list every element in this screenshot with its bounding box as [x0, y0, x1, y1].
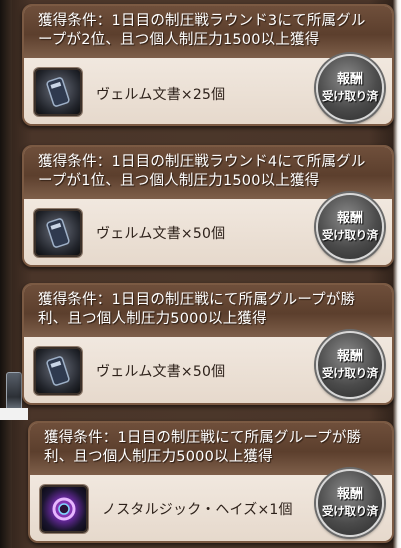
claim-label-bottom: 受け取り済	[322, 366, 378, 380]
vellum-document-icon	[34, 68, 82, 116]
reward-item-name: ヴェルム文書×50個	[96, 364, 226, 380]
nostalgic-haze-orb-icon	[40, 485, 88, 533]
reward-card-header: 獲得条件：1日目の制圧戦にて所属グループが勝利、且つ個人制圧力5000以上獲得	[24, 285, 392, 338]
page-gap	[0, 408, 28, 420]
claim-label-bottom: 受け取り済	[322, 504, 378, 518]
claim-label-top: 報酬	[336, 349, 363, 364]
claim-label-bottom: 受け取り済	[322, 89, 378, 103]
right-edge	[393, 0, 401, 548]
reward-card-header: 獲得条件：1日目の制圧戦ラウンド4にて所属グループが1位、且つ個人制圧力1500…	[24, 147, 392, 200]
reward-card: 獲得条件：1日目の制圧戦にて所属グループが勝利、且つ個人制圧力5000以上獲得 …	[28, 421, 394, 543]
reward-card: 獲得条件：1日目の制圧戦ラウンド3にて所属グループが2位、且つ個人制圧力1500…	[22, 4, 394, 126]
vellum-document-icon	[34, 347, 82, 395]
vellum-document-icon	[34, 209, 82, 257]
reward-condition-text: 獲得条件：1日目の制圧戦にて所属グループが勝利、且つ個人制圧力5000以上獲得	[44, 430, 362, 465]
reward-condition-text: 獲得条件：1日目の制圧戦にて所属グループが勝利、且つ個人制圧力5000以上獲得	[38, 292, 356, 327]
reward-card: 獲得条件：1日目の制圧戦にて所属グループが勝利、且つ個人制圧力5000以上獲得 …	[22, 283, 394, 405]
reward-item-name: ヴェルム文書×25個	[96, 87, 226, 103]
claim-label-top: 報酬	[336, 72, 363, 87]
reward-item-name: ノスタルジック・ヘイズ×1個	[102, 502, 293, 518]
claim-label-bottom: 受け取り済	[322, 228, 378, 242]
reward-card-header: 獲得条件：1日目の制圧戦ラウンド3にて所属グループが2位、且つ個人制圧力1500…	[24, 6, 392, 59]
claim-label-top: 報酬	[336, 211, 363, 226]
reward-card-header: 獲得条件：1日目の制圧戦にて所属グループが勝利、且つ個人制圧力5000以上獲得	[30, 423, 392, 476]
reward-item-name: ヴェルム文書×50個	[96, 226, 226, 242]
reward-card: 獲得条件：1日目の制圧戦ラウンド4にて所属グループが1位、且つ個人制圧力1500…	[22, 145, 394, 267]
reward-condition-text: 獲得条件：1日目の制圧戦ラウンド3にて所属グループが2位、且つ個人制圧力1500…	[38, 13, 366, 48]
left-scroll-rail	[0, 0, 12, 548]
claim-label-top: 報酬	[336, 487, 363, 502]
reward-condition-text: 獲得条件：1日目の制圧戦ラウンド4にて所属グループが1位、且つ個人制圧力1500…	[38, 154, 366, 189]
claimed-reward-button[interactable]: 報酬 受け取り済	[316, 331, 384, 399]
claimed-reward-button[interactable]: 報酬 受け取り済	[316, 469, 384, 537]
claimed-reward-button[interactable]: 報酬 受け取り済	[316, 193, 384, 261]
claimed-reward-button[interactable]: 報酬 受け取り済	[316, 54, 384, 122]
